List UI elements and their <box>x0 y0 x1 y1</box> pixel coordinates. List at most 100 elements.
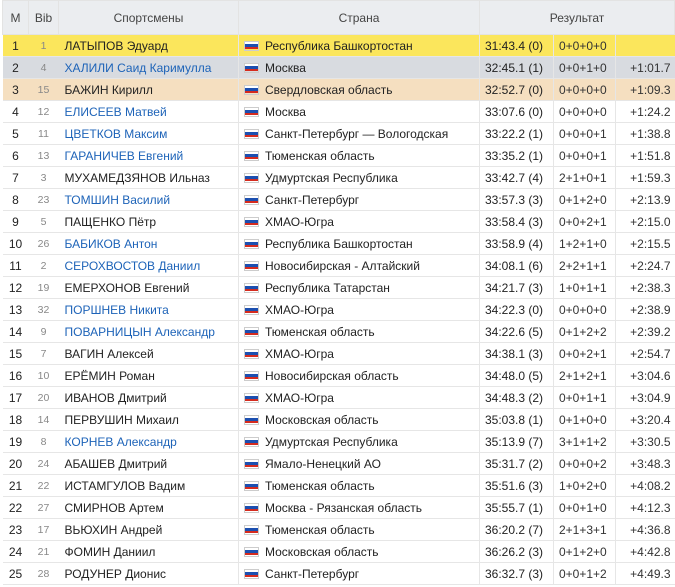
country-cell: Санкт-Петербург <box>238 562 480 585</box>
position-cell: 15 <box>2 342 29 365</box>
time-gap-cell: +3:20.4 <box>614 408 675 431</box>
position-cell: 8 <box>2 188 29 211</box>
time-gap-cell: +3:48.3 <box>614 452 675 475</box>
athlete-name: ФОМИН Даниил <box>64 544 156 559</box>
russia-flag-icon <box>244 414 259 425</box>
table-row: 3 15 БАЖИН Кирилл Свердловская область 32:52… <box>2 78 675 101</box>
region-name: Удмуртская Республика <box>265 434 398 449</box>
penalty-cell: 2+1+2+1 <box>553 364 616 387</box>
penalty-cell: 0+0+0+0 <box>553 78 616 101</box>
time-gap-cell: +1:51.8 <box>614 144 675 167</box>
position-cell: 16 <box>2 364 29 387</box>
header-position[interactable]: М <box>2 0 29 35</box>
time-gap-cell: +1:59.3 <box>614 166 675 189</box>
result-time-cell: 33:58.4 (3) <box>479 210 554 233</box>
athlete-name-link[interactable]: ПОВАРНИЦЫН Александр <box>65 325 215 339</box>
athlete-name: ИВАНОВ Дмитрий <box>64 390 167 405</box>
athlete-name-link[interactable]: ЦВЕТКОВ Максим <box>65 127 168 141</box>
bib-cell: 3 <box>28 166 59 189</box>
position-cell: 22 <box>2 496 29 519</box>
result-time-cell: 32:45.1 (1) <box>479 56 554 79</box>
header-bib[interactable]: Bib <box>28 0 59 35</box>
position-cell: 25 <box>2 562 29 585</box>
country-cell: Свердловская область <box>238 78 480 101</box>
result-time-cell: 33:58.9 (4) <box>479 232 554 255</box>
athlete-name: ЛАТЫПОВ Эдуард <box>64 38 168 53</box>
penalty-cell: 0+1+2+0 <box>553 188 616 211</box>
position-cell: 3 <box>2 78 29 101</box>
region-name: Ямало-Ненецкий АО <box>265 456 381 471</box>
result-time-cell: 34:48.3 (2) <box>479 386 554 409</box>
russia-flag-icon <box>244 260 259 271</box>
time-gap-cell: +1:24.2 <box>614 100 675 123</box>
athlete-cell: РОДУНЕР Дионис <box>58 562 239 585</box>
country-cell: Новосибирская область <box>238 364 480 387</box>
russia-flag-icon <box>244 40 259 51</box>
athlete-name-link[interactable]: БАБИКОВ Антон <box>65 237 158 251</box>
header-result[interactable]: Результат <box>478 0 675 35</box>
time-gap-cell: +1:09.3 <box>614 78 675 101</box>
result-time-cell: 34:22.6 (5) <box>479 320 554 343</box>
table-row: 18 14 ПЕРВУШИН Михаил Московская область 35:… <box>2 408 675 431</box>
region-name: Московская область <box>265 544 379 559</box>
athlete-cell: ПАЩЕНКО Пётр <box>58 210 239 233</box>
header-country[interactable]: Страна <box>238 0 480 35</box>
bib-cell: 2 <box>28 254 59 277</box>
result-time-cell: 31:43.4 (0) <box>479 34 554 57</box>
athlete-cell: ИВАНОВ Дмитрий <box>58 386 239 409</box>
result-time-cell: 33:57.3 (3) <box>479 188 554 211</box>
table-row: 15 7 ВАГИН Алексей ХМАО-Югра 34:38.1 (3) 0+0+… <box>2 342 675 365</box>
athlete-name-link[interactable]: ПОРШНЕВ Никита <box>65 303 169 317</box>
athlete-name-link[interactable]: ЕЛИСЕЕВ Матвей <box>65 105 167 119</box>
athlete-name-link[interactable]: КОРНЕВ Александр <box>65 435 177 449</box>
athlete-name-link[interactable]: ГАРАНИЧЕВ Евгений <box>65 149 184 163</box>
position-cell: 14 <box>2 320 29 343</box>
penalty-cell: 0+0+0+1 <box>553 144 616 167</box>
athlete-cell: БАЖИН Кирилл <box>58 78 239 101</box>
result-time-cell: 34:48.0 (5) <box>479 364 554 387</box>
bib-cell: 4 <box>28 56 59 79</box>
country-cell: Республика Башкортостан <box>238 34 480 57</box>
country-cell: Санкт-Петербург <box>238 188 480 211</box>
country-cell: Удмуртская Республика <box>238 430 480 453</box>
result-time-cell: 34:08.1 (6) <box>479 254 554 277</box>
bib-cell: 11 <box>28 122 59 145</box>
position-cell: 20 <box>2 452 29 475</box>
position-cell: 13 <box>2 298 29 321</box>
table-row: 2 4 ХАЛИЛИ Саид Каримулла Москва 32:45.1 (1)… <box>2 56 675 79</box>
region-name: Новосибирская - Алтайский <box>265 258 420 273</box>
athlete-cell: ФОМИН Даниил <box>58 540 239 563</box>
athlete-name-link[interactable]: ТОМШИН Василий <box>65 193 171 207</box>
header-athletes[interactable]: Спортсмены <box>58 0 239 35</box>
table-row: 24 21 ФОМИН Даниил Московская область 36:26.… <box>2 540 675 563</box>
athlete-name: ЕРЁМИН Роман <box>64 368 155 383</box>
region-name: Москва - Рязанская область <box>265 500 422 515</box>
table-row: 8 23 ТОМШИН Василий Санкт-Петербург 33:57.3 … <box>2 188 675 211</box>
russia-flag-icon <box>244 106 259 117</box>
results-body: 1 1 ЛАТЫПОВ Эдуард Республика Башкортостан 3… <box>2 34 675 585</box>
table-row: 9 5 ПАЩЕНКО Пётр ХМАО-Югра 33:58.4 (3) 0+0+2+… <box>2 210 675 233</box>
table-row: 5 11 ЦВЕТКОВ Максим Санкт-Петербург — Волог… <box>2 122 675 145</box>
country-cell: Московская область <box>238 408 480 431</box>
russia-flag-icon <box>244 150 259 161</box>
results-table: М Bib Спортсмены Страна Результат 1 1 ЛАТЫ… <box>2 0 675 585</box>
athlete-name: БАЖИН Кирилл <box>64 82 153 97</box>
position-cell: 17 <box>2 386 29 409</box>
russia-flag-icon <box>244 326 259 337</box>
athlete-name-link[interactable]: ХАЛИЛИ Саид Каримулла <box>65 61 212 75</box>
position-cell: 7 <box>2 166 29 189</box>
result-time-cell: 35:13.9 (7) <box>479 430 554 453</box>
athlete-name: СМИРНОВ Артем <box>64 500 164 515</box>
position-cell: 2 <box>2 56 29 79</box>
time-gap-cell: +4:49.3 <box>614 562 675 585</box>
country-cell: Новосибирская - Алтайский <box>238 254 480 277</box>
bib-cell: 27 <box>28 496 59 519</box>
russia-flag-icon <box>244 502 259 513</box>
result-time-cell: 33:42.7 (4) <box>479 166 554 189</box>
athlete-name-link[interactable]: СЕРОХВОСТОВ Даниил <box>65 259 201 273</box>
athlete-cell: ЕЛИСЕЕВ Матвей <box>58 100 239 123</box>
country-cell: Тюменская область <box>238 320 480 343</box>
position-cell: 21 <box>2 474 29 497</box>
russia-flag-icon <box>244 238 259 249</box>
country-cell: Москва <box>238 100 480 123</box>
